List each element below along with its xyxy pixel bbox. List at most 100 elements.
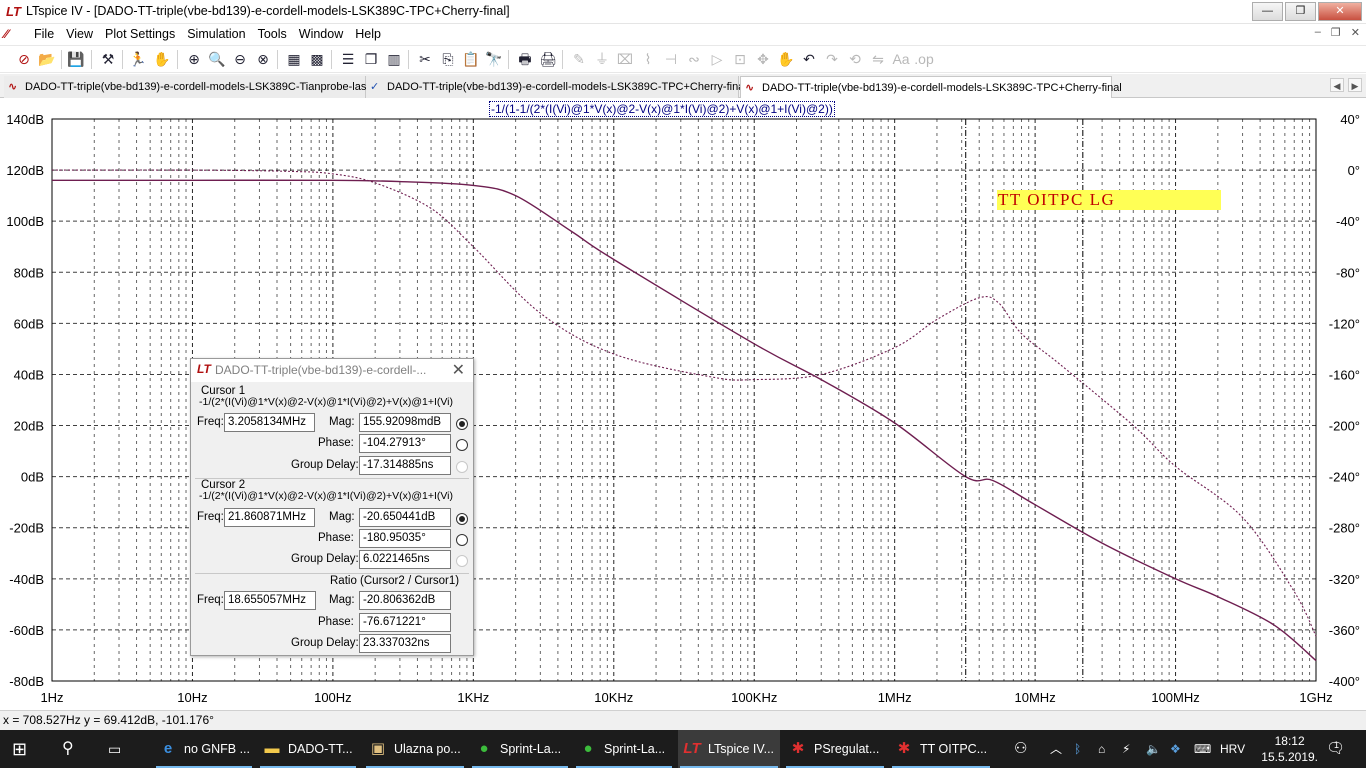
ltspice-red-icon: ✱ (791, 740, 805, 757)
taskbar-item-tt-oitpc[interactable]: ✱ TT OITPC... (890, 730, 992, 768)
dropbox-icon[interactable]: ❖ (1170, 730, 1181, 768)
ratio-group-delay-field[interactable]: 23.337032ns (359, 634, 451, 653)
cut-icon[interactable]: ✂ (415, 50, 435, 69)
ratio-mag-field[interactable]: -20.806362dB (359, 591, 451, 610)
close-icon[interactable]: ✕ (452, 360, 465, 380)
tile-horizontal-icon[interactable]: ☰ (338, 50, 358, 69)
tab-active-waveform[interactable]: ∿ DADO-TT-triple(vbe-bd139)-e-cordell-mod… (740, 76, 1122, 98)
y2-tick-label: -80° (1336, 265, 1360, 280)
run-icon[interactable]: 🏃 (128, 50, 148, 69)
cursor1-phase-field[interactable]: -104.27913° (359, 434, 451, 453)
mdi-restore-button[interactable]: ❐ (1331, 26, 1341, 39)
tab-scroll-left-icon[interactable]: ◀ (1330, 78, 1344, 92)
cursor2-mag-radio[interactable] (456, 513, 468, 525)
taskbar-item-explorer[interactable]: ▬ DADO-TT... (258, 730, 358, 768)
cursor1-group-delay-field[interactable]: -17.314885ns (359, 456, 451, 475)
paste-icon[interactable]: 📋 (461, 50, 481, 69)
cursor-dialog-titlebar[interactable]: LT DADO-TT-triple(vbe-bd139)-e-cordell-.… (191, 359, 473, 382)
menu-plot-settings[interactable]: Plot Settings (99, 26, 181, 42)
move-icon[interactable]: ✥ (753, 50, 773, 69)
resistor-icon[interactable]: ⌇ (638, 50, 658, 69)
system-clock[interactable]: 18:12 15.5.2019. (1261, 733, 1318, 765)
show-hidden-icons-icon[interactable]: ︿ (1050, 730, 1062, 768)
volume-icon[interactable]: 🔈 (1146, 730, 1161, 768)
taskbar-item-image[interactable]: ▣ Ulazna po... (364, 730, 466, 768)
cursor1-mag-radio[interactable] (456, 418, 468, 430)
find-icon[interactable]: 🔭 (484, 50, 504, 69)
people-icon[interactable]: ⚇ (1014, 730, 1027, 768)
component-icon[interactable]: ⊡ (730, 50, 750, 69)
cursor2-mag-field[interactable]: -20.650441dB (359, 508, 451, 527)
network-icon[interactable]: ⌂ (1098, 730, 1105, 768)
new-schematic-icon[interactable]: ⊘ (14, 50, 34, 69)
power-icon[interactable]: ⚡ (1122, 730, 1130, 768)
cascade-icon[interactable]: ❐ (361, 50, 381, 69)
taskbar-item-psregulator[interactable]: ✱ PSregulat... (784, 730, 886, 768)
taskbar-item-sprint-1[interactable]: ● Sprint-La... (470, 730, 570, 768)
halt-icon[interactable]: ✋ (152, 50, 172, 69)
search-icon[interactable]: ⚲ (62, 730, 84, 768)
minimize-button[interactable]: — (1252, 2, 1283, 21)
taskbar-item-edge[interactable]: e no GNFB ... (154, 730, 254, 768)
x-tick-label: 1Hz (40, 690, 63, 705)
menu-simulation[interactable]: Simulation (181, 26, 251, 42)
tab-scroll-right-icon[interactable]: ▶ (1348, 78, 1362, 92)
menu-help[interactable]: Help (349, 26, 387, 42)
inductor-icon[interactable]: ∾ (684, 50, 704, 69)
save-icon[interactable]: 💾 (66, 50, 86, 69)
keyboard-icon[interactable]: ⌨ (1194, 730, 1211, 768)
label-net-icon[interactable]: ⌧ (615, 50, 635, 69)
mdi-minimize-button[interactable]: – (1315, 26, 1321, 39)
restore-button[interactable]: ❐ (1285, 2, 1316, 21)
open-folder-icon[interactable]: 📂 (37, 50, 57, 69)
cursor1-mag-field[interactable]: 155.92098mdB (359, 413, 451, 432)
print-icon[interactable]: 🖨 (538, 50, 558, 69)
close-button[interactable]: ✕ (1318, 2, 1362, 21)
windows-start-icon[interactable]: ⊞ (12, 730, 38, 768)
tab-schematic[interactable]: ✓ DADO-TT-triple(vbe-bd139)-e-cordell-mod… (366, 76, 747, 98)
control-panel-icon[interactable]: ⚒ (98, 50, 118, 69)
document-waveform-icon[interactable]: ⁄⁄ (4, 27, 8, 41)
mirror-icon[interactable]: ⇋ (868, 50, 888, 69)
ratio-freq-field[interactable]: 18.655057MHz (224, 591, 316, 610)
drag-icon[interactable]: ✋ (776, 50, 796, 69)
zoom-out-icon[interactable]: ⊖ (230, 50, 250, 69)
redo-icon[interactable]: ↷ (822, 50, 842, 69)
taskbar-item-sprint-2[interactable]: ● Sprint-La... (574, 730, 674, 768)
ground-icon[interactable]: ⏚ (592, 50, 612, 69)
zoom-area-icon[interactable]: 🔍 (207, 50, 227, 69)
copy-icon[interactable]: ⎘ (438, 50, 458, 69)
capacitor-icon[interactable]: ⊣ (661, 50, 681, 69)
menu-view[interactable]: View (60, 26, 99, 42)
rotate-icon[interactable]: ⟲ (845, 50, 865, 69)
cursor2-phase-field[interactable]: -180.95035° (359, 529, 451, 548)
print-setup-icon[interactable]: 🖶 (515, 50, 535, 69)
task-view-icon[interactable]: ▭ (108, 730, 130, 768)
spice-directive-icon[interactable]: .op (914, 50, 934, 69)
ratio-phase-field[interactable]: -76.671221° (359, 613, 451, 632)
zoom-in-icon[interactable]: ⊕ (184, 50, 204, 69)
tile-vertical-icon[interactable]: ▥ (384, 50, 404, 69)
cursor1-phase-radio[interactable] (456, 439, 468, 451)
taskbar-item-ltspice[interactable]: LT LTspice IV... (678, 730, 780, 768)
menu-window[interactable]: Window (293, 26, 349, 42)
text-icon[interactable]: Aa (891, 50, 911, 69)
autorange-icon[interactable]: ▦ (284, 50, 304, 69)
cursor1-freq-field[interactable]: 3.2058134MHz (224, 413, 315, 432)
plot-annotation-text[interactable]: TT OITPC LG (997, 190, 1221, 210)
menu-tools[interactable]: Tools (252, 26, 293, 42)
menu-file[interactable]: File (28, 26, 60, 42)
tab-tianprobe-waveform[interactable]: ∿ DADO-TT-triple(vbe-bd139)-e-cordell-mod… (4, 76, 369, 98)
wire-icon[interactable]: ✎ (569, 50, 589, 69)
trace-expression-label[interactable]: -1/(1-1/(2*(I(Vi)@1*V(x)@2-V(x)@1*I(Vi)@… (489, 101, 835, 117)
undo-icon[interactable]: ↶ (799, 50, 819, 69)
grid-icon[interactable]: ▩ (307, 50, 327, 69)
diode-icon[interactable]: ▷ (707, 50, 727, 69)
mdi-close-button[interactable]: ✕ (1351, 26, 1360, 39)
cursor2-phase-radio[interactable] (456, 534, 468, 546)
cursor2-freq-field[interactable]: 21.860871MHz (224, 508, 315, 527)
input-language[interactable]: HRV (1220, 730, 1245, 768)
zoom-fit-icon[interactable]: ⊗ (253, 50, 273, 69)
cursor2-group-delay-field[interactable]: 6.0221465ns (359, 550, 451, 569)
bluetooth-icon[interactable]: ᛒ (1074, 730, 1081, 768)
